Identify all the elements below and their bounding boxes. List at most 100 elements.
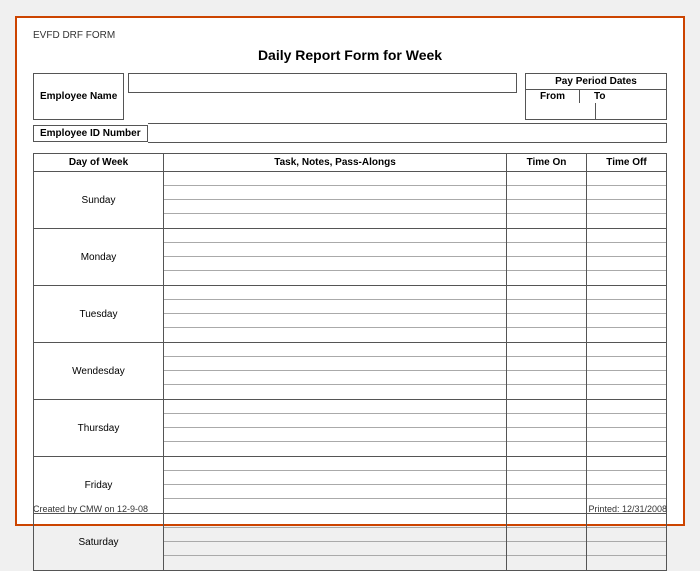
timeoff-sub-row[interactable] [587, 214, 666, 228]
task-sub-row[interactable] [164, 414, 506, 428]
timeon-sub-row[interactable] [507, 542, 586, 556]
timeon-sub-row[interactable] [507, 172, 586, 186]
timeoff-sub-row[interactable] [587, 314, 666, 328]
timeon-sub-row[interactable] [507, 214, 586, 228]
timeon-sub-row[interactable] [507, 357, 586, 371]
timeon-sub-row[interactable] [507, 400, 586, 414]
timeon-sub-row[interactable] [507, 371, 586, 385]
timeon-sub-row[interactable] [507, 414, 586, 428]
timeoff-cell[interactable] [587, 400, 667, 457]
timeon-sub-row[interactable] [507, 457, 586, 471]
task-sub-row[interactable] [164, 186, 506, 200]
task-sub-row[interactable] [164, 371, 506, 385]
timeoff-sub-row[interactable] [587, 229, 666, 243]
timeon-cell[interactable] [507, 400, 587, 457]
task-sub-row[interactable] [164, 542, 506, 556]
timeon-sub-row[interactable] [507, 229, 586, 243]
timeon-cell[interactable] [507, 514, 587, 571]
timeon-cell[interactable] [507, 172, 587, 229]
task-sub-row[interactable] [164, 172, 506, 186]
timeon-sub-row[interactable] [507, 514, 586, 528]
task-sub-row[interactable] [164, 471, 506, 485]
timeoff-sub-row[interactable] [587, 257, 666, 271]
task-sub-row[interactable] [164, 300, 506, 314]
timeon-sub-row[interactable] [507, 428, 586, 442]
timeon-sub-row[interactable] [507, 257, 586, 271]
task-sub-row[interactable] [164, 271, 506, 285]
timeoff-cell[interactable] [587, 343, 667, 400]
task-sub-row[interactable] [164, 442, 506, 456]
timeoff-sub-row[interactable] [587, 328, 666, 342]
task-cell[interactable] [164, 514, 507, 571]
task-sub-row[interactable] [164, 200, 506, 214]
task-sub-row[interactable] [164, 400, 506, 414]
task-sub-row[interactable] [164, 556, 506, 570]
task-sub-row[interactable] [164, 514, 506, 528]
pay-period-from-input[interactable] [526, 103, 596, 119]
task-sub-row[interactable] [164, 528, 506, 542]
timeoff-cell[interactable] [587, 229, 667, 286]
timeoff-sub-row[interactable] [587, 485, 666, 499]
timeon-sub-row[interactable] [507, 471, 586, 485]
task-sub-row[interactable] [164, 357, 506, 371]
timeon-sub-row[interactable] [507, 243, 586, 257]
timeoff-sub-row[interactable] [587, 200, 666, 214]
timeoff-sub-row[interactable] [587, 371, 666, 385]
employee-id-input[interactable] [148, 123, 667, 143]
timeon-sub-row[interactable] [507, 286, 586, 300]
timeoff-cell[interactable] [587, 514, 667, 571]
timeoff-sub-row[interactable] [587, 442, 666, 456]
timeoff-sub-row[interactable] [587, 514, 666, 528]
task-cell[interactable] [164, 343, 507, 400]
task-cell[interactable] [164, 172, 507, 229]
task-cell[interactable] [164, 229, 507, 286]
task-sub-row[interactable] [164, 385, 506, 399]
timeoff-sub-row[interactable] [587, 471, 666, 485]
task-sub-row[interactable] [164, 343, 506, 357]
task-sub-row[interactable] [164, 229, 506, 243]
timeoff-sub-row[interactable] [587, 457, 666, 471]
timeon-sub-row[interactable] [507, 528, 586, 542]
timeon-sub-row[interactable] [507, 186, 586, 200]
employee-name-input[interactable] [128, 73, 517, 93]
timeon-sub-row[interactable] [507, 343, 586, 357]
timeon-sub-row[interactable] [507, 314, 586, 328]
timeon-sub-row[interactable] [507, 556, 586, 570]
timeoff-cell[interactable] [587, 286, 667, 343]
timeon-sub-row[interactable] [507, 200, 586, 214]
task-sub-row[interactable] [164, 428, 506, 442]
timeoff-sub-row[interactable] [587, 556, 666, 570]
task-cell[interactable] [164, 400, 507, 457]
timeoff-sub-row[interactable] [587, 428, 666, 442]
timeon-cell[interactable] [507, 343, 587, 400]
timeoff-cell[interactable] [587, 172, 667, 229]
timeoff-sub-row[interactable] [587, 343, 666, 357]
timeon-cell[interactable] [507, 286, 587, 343]
task-sub-row[interactable] [164, 214, 506, 228]
timeon-sub-row[interactable] [507, 485, 586, 499]
timeoff-sub-row[interactable] [587, 542, 666, 556]
timeoff-sub-row[interactable] [587, 186, 666, 200]
timeoff-sub-row[interactable] [587, 300, 666, 314]
task-sub-row[interactable] [164, 243, 506, 257]
timeoff-sub-row[interactable] [587, 286, 666, 300]
task-cell[interactable] [164, 286, 507, 343]
task-sub-row[interactable] [164, 286, 506, 300]
task-sub-row[interactable] [164, 457, 506, 471]
timeoff-sub-row[interactable] [587, 243, 666, 257]
timeon-sub-row[interactable] [507, 271, 586, 285]
timeoff-sub-row[interactable] [587, 357, 666, 371]
task-sub-row[interactable] [164, 314, 506, 328]
timeoff-sub-row[interactable] [587, 385, 666, 399]
timeon-sub-row[interactable] [507, 385, 586, 399]
pay-period-to-input[interactable] [596, 103, 666, 119]
timeon-sub-row[interactable] [507, 442, 586, 456]
timeoff-sub-row[interactable] [587, 172, 666, 186]
timeoff-sub-row[interactable] [587, 528, 666, 542]
timeoff-sub-row[interactable] [587, 271, 666, 285]
timeoff-sub-row[interactable] [587, 414, 666, 428]
task-sub-row[interactable] [164, 328, 506, 342]
timeoff-sub-row[interactable] [587, 400, 666, 414]
task-sub-row[interactable] [164, 257, 506, 271]
task-sub-row[interactable] [164, 485, 506, 499]
